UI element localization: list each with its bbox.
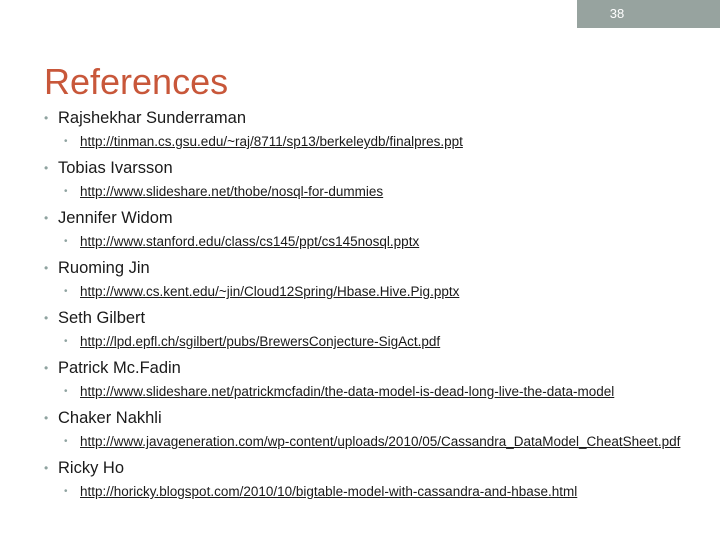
reference-item: Patrick Mc.Fadin http://www.slideshare.n… — [44, 358, 684, 400]
reference-link[interactable]: http://www.javageneration.com/wp-content… — [44, 434, 684, 450]
reference-link[interactable]: http://www.slideshare.net/patrickmcfadin… — [44, 384, 684, 400]
reference-link[interactable]: http://www.cs.kent.edu/~jin/Cloud12Sprin… — [44, 284, 684, 300]
references-list: Rajshekhar Sunderraman http://tinman.cs.… — [44, 108, 684, 508]
reference-item: Ruoming Jin http://www.cs.kent.edu/~jin/… — [44, 258, 684, 300]
reference-author: Seth Gilbert — [44, 308, 684, 328]
reference-author: Ruoming Jin — [44, 258, 684, 278]
slide-title: References — [44, 61, 229, 102]
reference-link[interactable]: http://www.stanford.edu/class/cs145/ppt/… — [44, 234, 684, 250]
reference-item: Jennifer Widom http://www.stanford.edu/c… — [44, 208, 684, 250]
reference-link[interactable]: http://tinman.cs.gsu.edu/~raj/8711/sp13/… — [44, 134, 684, 150]
reference-link[interactable]: http://horicky.blogspot.com/2010/10/bigt… — [44, 484, 684, 500]
reference-item: Chaker Nakhli http://www.javageneration.… — [44, 408, 684, 450]
reference-item: Tobias Ivarsson http://www.slideshare.ne… — [44, 158, 684, 200]
reference-author: Rajshekhar Sunderraman — [44, 108, 684, 128]
slide-number: 38 — [609, 6, 625, 21]
reference-item: Seth Gilbert http://lpd.epfl.ch/sgilbert… — [44, 308, 684, 350]
reference-author: Tobias Ivarsson — [44, 158, 684, 178]
reference-author: Patrick Mc.Fadin — [44, 358, 684, 378]
reference-author: Jennifer Widom — [44, 208, 684, 228]
reference-item: Ricky Ho http://horicky.blogspot.com/201… — [44, 458, 684, 500]
reference-author: Chaker Nakhli — [44, 408, 684, 428]
reference-item: Rajshekhar Sunderraman http://tinman.cs.… — [44, 108, 684, 150]
reference-author: Ricky Ho — [44, 458, 684, 478]
reference-link[interactable]: http://www.slideshare.net/thobe/nosql-fo… — [44, 184, 684, 200]
reference-link[interactable]: http://lpd.epfl.ch/sgilbert/pubs/Brewers… — [44, 334, 684, 350]
